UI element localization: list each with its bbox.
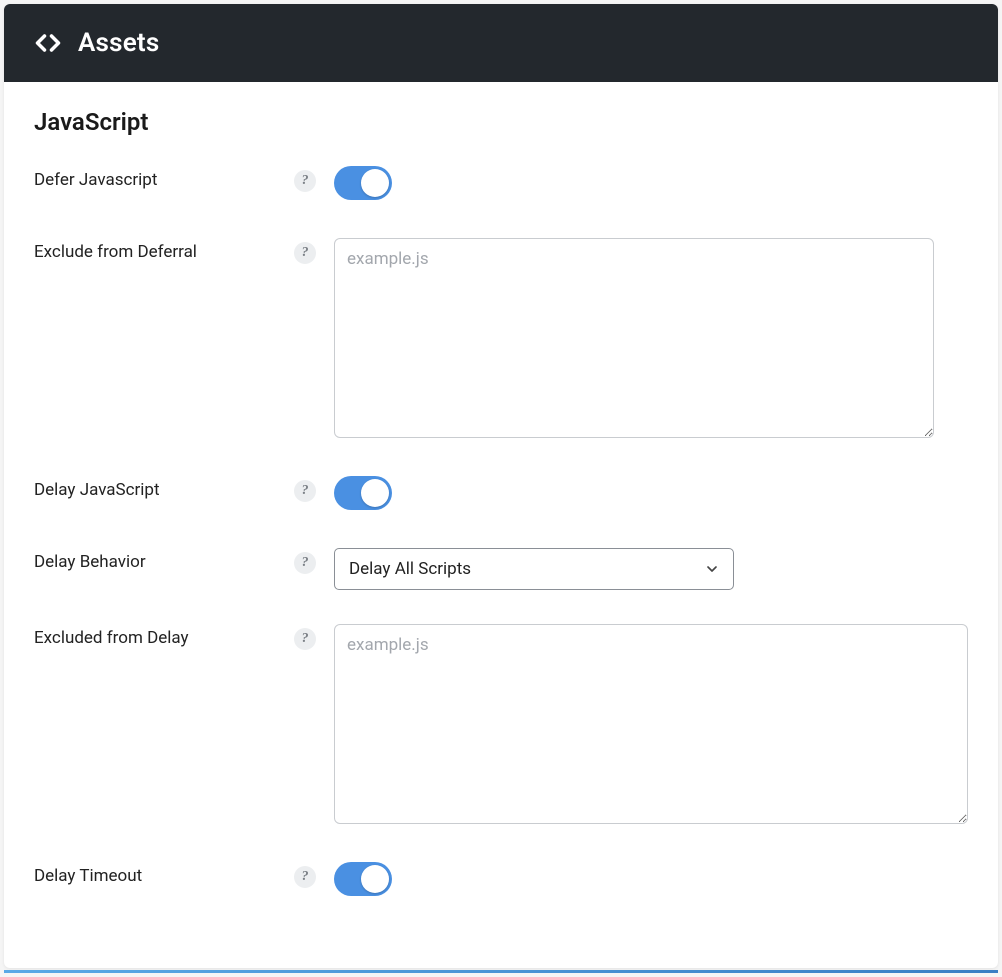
help-wrap: ? [294, 862, 334, 888]
control-defer-js [334, 166, 968, 204]
textarea-exclude-deferral[interactable] [334, 238, 934, 438]
help-wrap: ? [294, 238, 334, 264]
row-exclude-deferral: Exclude from Deferral ? [34, 238, 968, 442]
row-delay-js: Delay JavaScript ? [34, 476, 968, 514]
section-title: JavaScript [34, 108, 968, 136]
help-wrap: ? [294, 166, 334, 192]
help-icon[interactable]: ? [294, 170, 316, 192]
control-delay-behavior: Delay All Scripts [334, 548, 968, 590]
toggle-knob [361, 865, 389, 893]
assets-panel: Assets JavaScript Defer Javascript ? Exc… [4, 4, 998, 968]
help-icon[interactable]: ? [294, 628, 316, 650]
label-delay-js: Delay JavaScript [34, 476, 294, 500]
label-delay-timeout: Delay Timeout [34, 862, 294, 886]
help-icon[interactable]: ? [294, 242, 316, 264]
label-excluded-delay: Excluded from Delay [34, 624, 294, 648]
help-wrap: ? [294, 548, 334, 574]
footer-accent-line [4, 970, 998, 973]
toggle-knob [361, 479, 389, 507]
row-excluded-delay: Excluded from Delay ? [34, 624, 968, 828]
label-delay-behavior: Delay Behavior [34, 548, 294, 572]
toggle-knob [361, 169, 389, 197]
panel-title: Assets [78, 28, 159, 58]
help-wrap: ? [294, 476, 334, 502]
panel-body: JavaScript Defer Javascript ? Exclude fr… [4, 82, 998, 968]
select-wrap-delay-behavior: Delay All Scripts [334, 548, 734, 590]
control-excluded-delay [334, 624, 968, 828]
row-delay-behavior: Delay Behavior ? Delay All Scripts [34, 548, 968, 590]
panel-header: Assets [4, 4, 998, 82]
help-icon[interactable]: ? [294, 552, 316, 574]
row-defer-js: Defer Javascript ? [34, 166, 968, 204]
control-delay-js [334, 476, 968, 514]
help-icon[interactable]: ? [294, 480, 316, 502]
toggle-delay-js[interactable] [334, 476, 392, 510]
row-delay-timeout: Delay Timeout ? [34, 862, 968, 900]
toggle-defer-js[interactable] [334, 166, 392, 200]
textarea-excluded-delay[interactable] [334, 624, 968, 824]
label-exclude-deferral: Exclude from Deferral [34, 238, 294, 262]
help-icon[interactable]: ? [294, 866, 316, 888]
control-exclude-deferral [334, 238, 968, 442]
code-icon [34, 29, 62, 57]
control-delay-timeout [334, 862, 968, 900]
label-defer-js: Defer Javascript [34, 166, 294, 190]
help-wrap: ? [294, 624, 334, 650]
select-delay-behavior[interactable]: Delay All Scripts [334, 548, 734, 590]
toggle-delay-timeout[interactable] [334, 862, 392, 896]
